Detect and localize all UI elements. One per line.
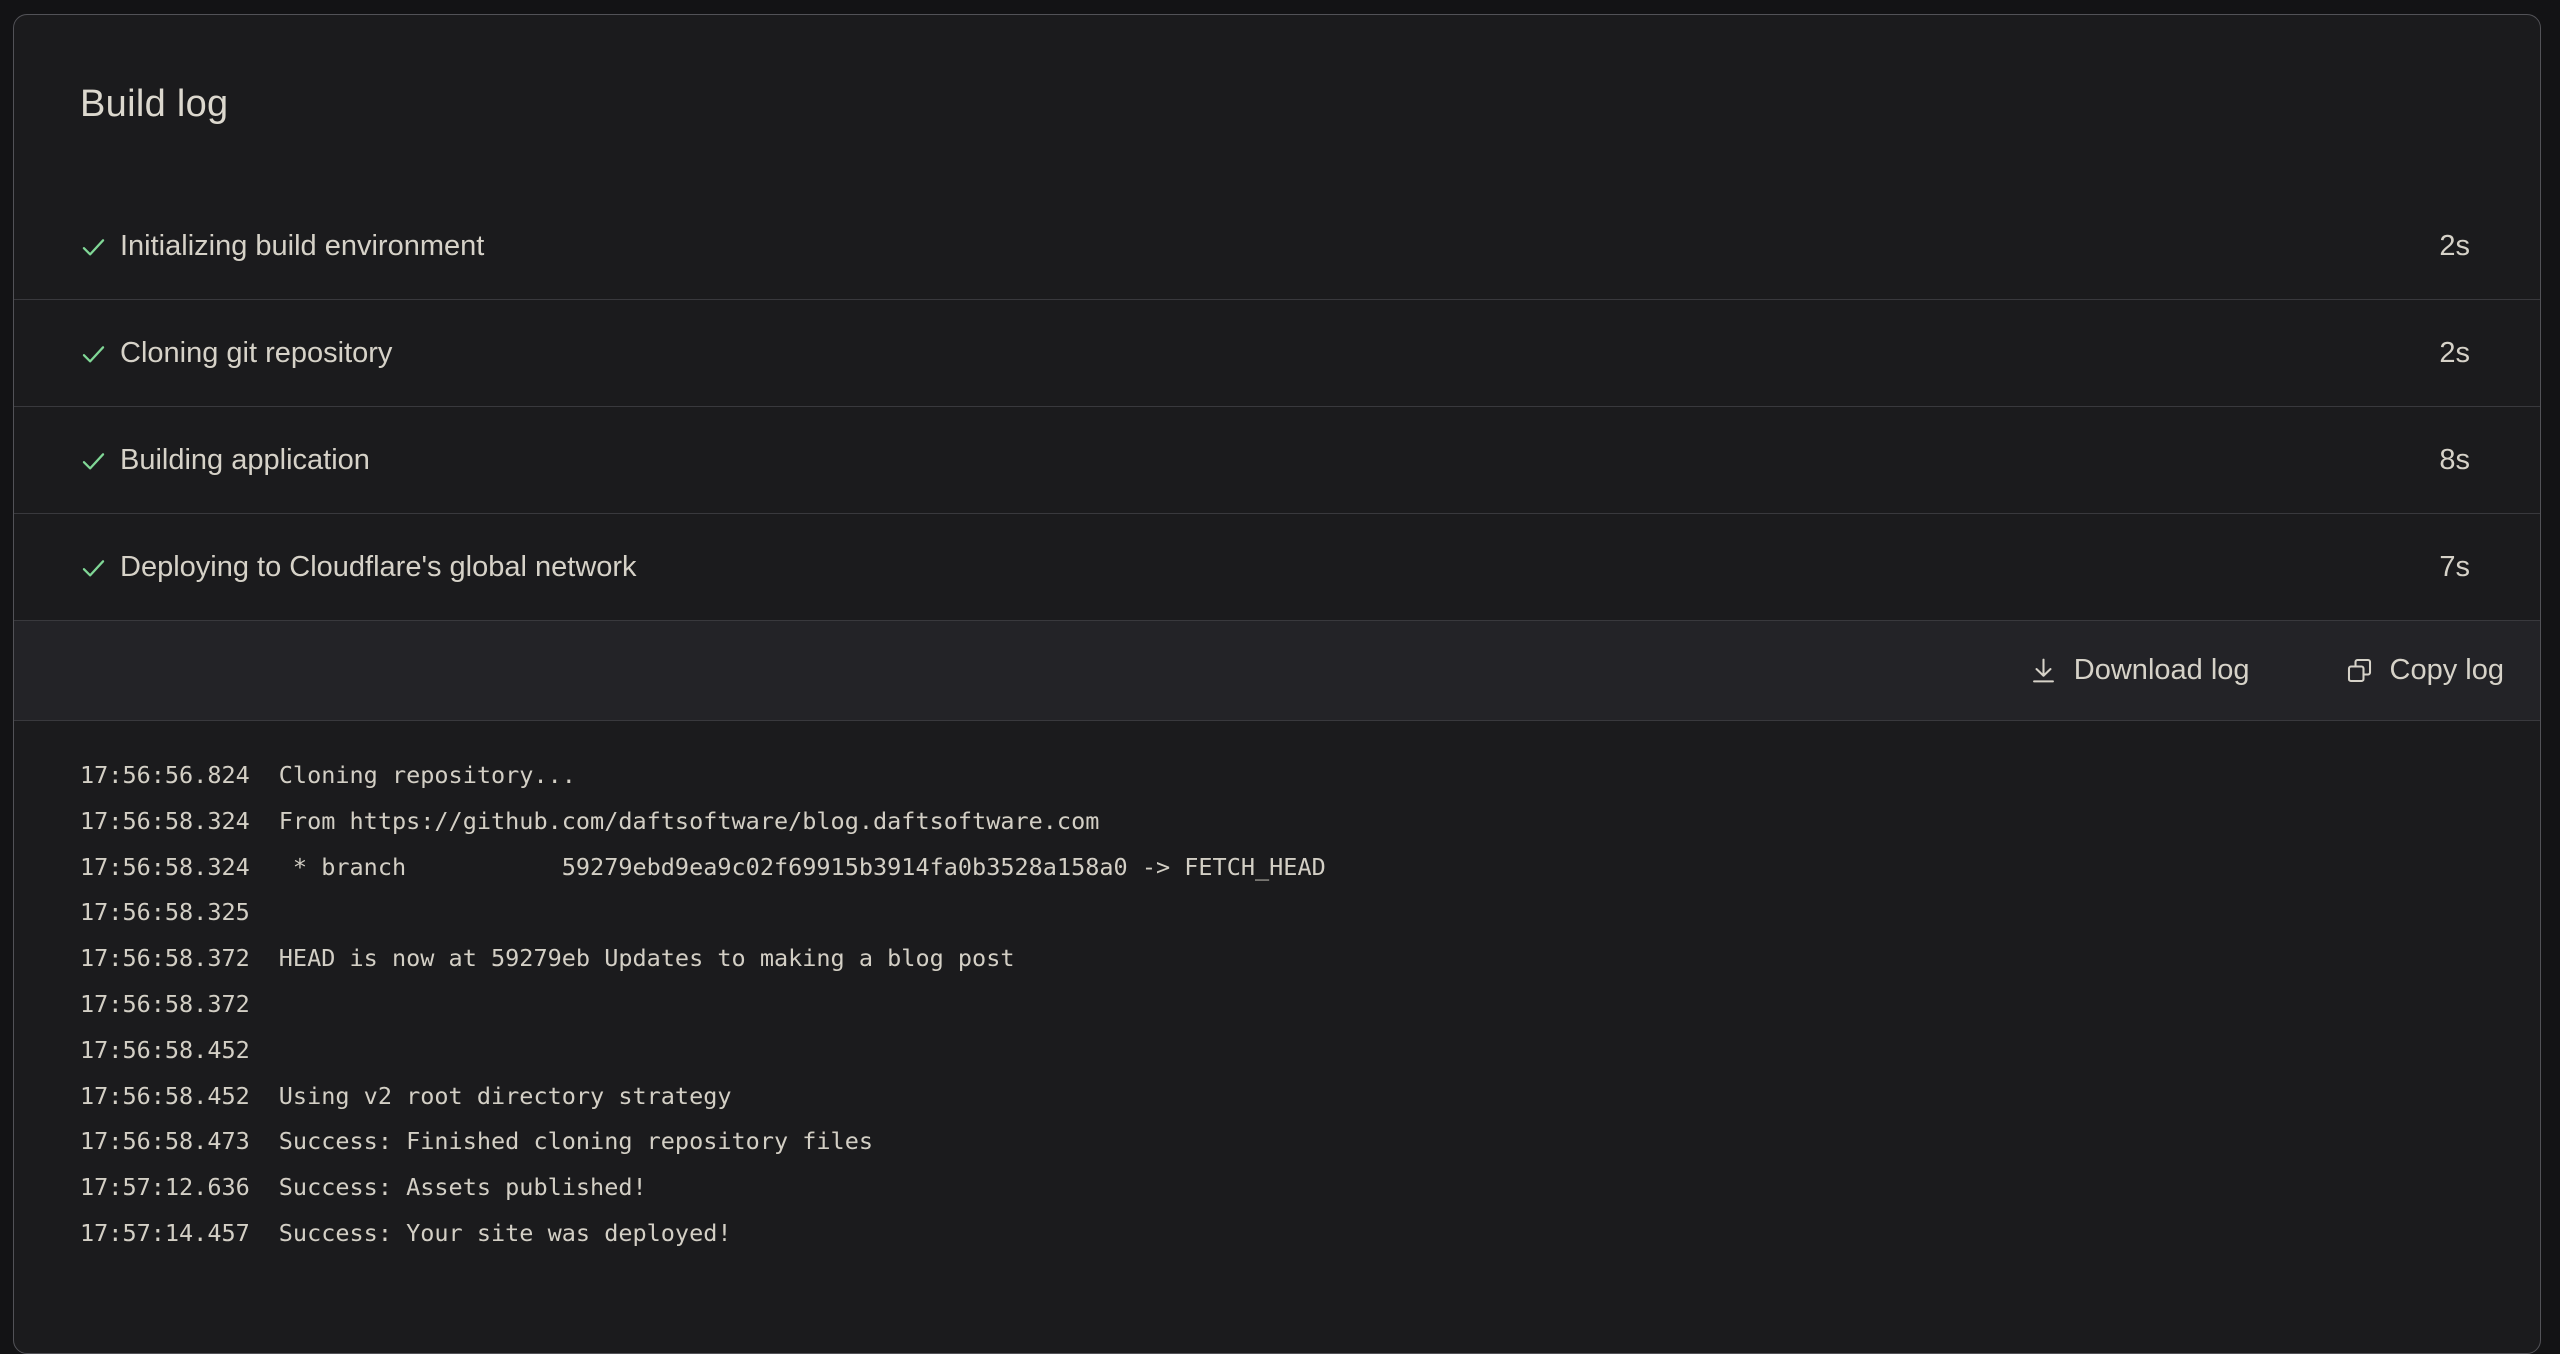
log-line: 17:56:58.324 From https://github.com/daft… [80,799,2500,845]
log-line: 17:56:58.452 Using v2 root directory stra… [80,1074,2500,1120]
log-timestamp: 17:56:58.325 [80,890,250,936]
log-line: 17:56:58.372 [80,982,2500,1028]
log-timestamp: 17:56:58.452 [80,1074,250,1120]
log-timestamp: 17:56:58.324 [80,799,250,845]
log-line: 17:56:58.473 Success: Finished cloning re… [80,1119,2500,1165]
log-line: 17:56:58.372 HEAD is now at 59279eb Updat… [80,936,2500,982]
log-message: Using v2 root directory strategy [279,1074,732,1120]
log-timestamp: 17:56:58.372 [80,936,250,982]
download-log-label: Download log [2074,654,2250,687]
log-message: HEAD is now at 59279eb Updates to making… [279,936,1015,982]
build-log-card: Build log Initializing build environment… [13,14,2541,1354]
log-timestamp: 17:57:12.636 [80,1165,250,1211]
log-timestamp: 17:56:58.324 [80,845,250,891]
copy-log-label: Copy log [2390,654,2504,687]
log-line: 17:57:14.457 Success: Your site was deplo… [80,1211,2500,1257]
log-message: Success: Assets published! [279,1165,647,1211]
page-title: Build log [80,83,228,126]
check-icon [80,233,107,260]
card-header: Build log [14,15,2540,193]
check-icon [80,554,107,581]
log-line: 17:57:12.636 Success: Assets published! [80,1165,2500,1211]
download-icon [2029,656,2058,685]
log-timestamp: 17:56:58.473 [80,1119,250,1165]
step-duration: 2s [2439,230,2470,263]
log-timestamp: 17:56:58.452 [80,1028,250,1074]
step-label: Building application [120,444,370,477]
step-duration: 7s [2439,551,2470,584]
download-log-button[interactable]: Download log [2029,654,2250,687]
log-message: * branch 59279ebd9ea9c02f69915b3914fa0b3… [279,845,1326,891]
log-line: 17:56:58.325 [80,890,2500,936]
step-label: Initializing build environment [120,230,484,263]
copy-log-button[interactable]: Copy log [2345,654,2504,687]
log-message: Success: Your site was deployed! [279,1211,732,1257]
check-icon [80,340,107,367]
log-message: Cloning repository... [279,753,576,799]
build-step-initialize[interactable]: Initializing build environment 2s [14,193,2540,300]
log-message: From https://github.com/daftsoftware/blo… [279,799,1100,845]
log-timestamp: 17:56:58.372 [80,982,250,1028]
step-label: Cloning git repository [120,337,392,370]
log-line: 17:56:56.824 Cloning repository... [80,753,2500,799]
log-message: Success: Finished cloning repository fil… [279,1119,873,1165]
build-step-build[interactable]: Building application 8s [14,407,2540,514]
copy-icon [2345,656,2374,685]
step-duration: 8s [2439,444,2470,477]
build-log-output: 17:56:56.824 Cloning repository... 17:56:… [14,721,2540,1317]
build-steps-list: Initializing build environment 2s Clonin… [14,193,2540,621]
build-step-clone[interactable]: Cloning git repository 2s [14,300,2540,407]
log-timestamp: 17:57:14.457 [80,1211,250,1257]
check-icon [80,447,107,474]
log-line: 17:56:58.452 [80,1028,2500,1074]
log-actions-bar: Download log Copy log [14,621,2540,721]
log-line: 17:56:58.324 * branch 59279ebd9ea9c02f69… [80,845,2500,891]
step-duration: 2s [2439,337,2470,370]
log-timestamp: 17:56:56.824 [80,753,250,799]
build-step-deploy[interactable]: Deploying to Cloudflare's global network… [14,514,2540,621]
step-label: Deploying to Cloudflare's global network [120,551,637,584]
